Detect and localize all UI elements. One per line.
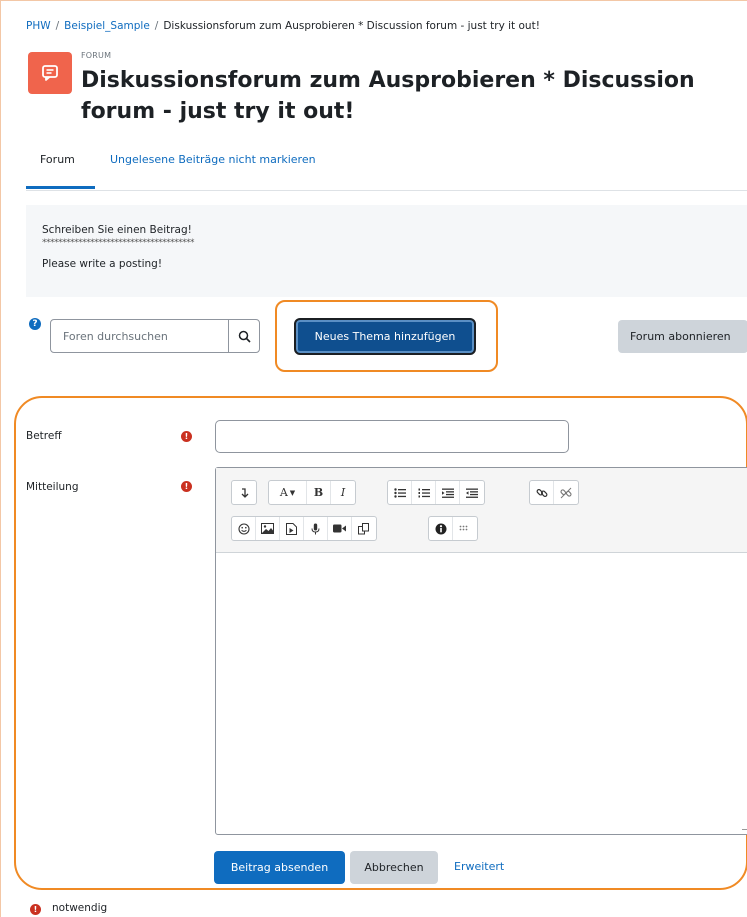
submit-post-button[interactable]: Beitrag absenden [214,851,345,884]
editor-resize-handle[interactable] [742,822,747,830]
subscribe-forum-button[interactable]: Forum abonnieren [618,320,747,353]
breadcrumb-item-current: Diskussionsforum zum Ausprobieren * Disc… [163,20,540,32]
forum-search [50,319,260,353]
search-input[interactable] [51,320,229,352]
screenreader-helper-icon[interactable] [453,517,477,540]
toolbar-group-collapse [231,480,257,505]
exclamation-circle-icon: ! [30,904,41,915]
intro-divider: ************************************** [42,238,195,248]
subject-field[interactable] [215,420,569,453]
tab-mark-unread-off[interactable]: Ungelesene Beiträge nicht markieren [110,153,316,166]
link-icon[interactable] [530,481,554,504]
toolbar-group-style: A ▼ B I [268,480,356,505]
add-discussion-button[interactable]: Neues Thema hinzufügen [294,318,476,355]
secondary-navigation: Forum Ungelesene Beiträge nicht markiere… [26,145,747,191]
subject-label: Betreff [26,430,62,442]
search-button[interactable] [228,320,259,352]
outdent-icon[interactable] [460,481,484,504]
active-tab-indicator [26,186,95,189]
accessibility-checker-icon[interactable] [429,517,453,540]
toolbar-group-accessibility [428,516,478,541]
editor-toolbar: A ▼ B I [216,468,747,553]
font-style-label: A [279,486,288,499]
indent-icon[interactable] [436,481,460,504]
toolbar-group-insert [231,516,377,541]
cancel-button[interactable]: Abbrechen [350,851,438,884]
breadcrumb-item-phw[interactable]: PHW [26,20,51,32]
font-style-icon[interactable]: A ▼ [269,481,307,504]
breadcrumb-separator: / [154,20,159,32]
forum-speech-bubble-icon [28,52,72,94]
message-label: Mitteilung [26,481,79,493]
ordered-list-icon[interactable] [412,481,436,504]
exclamation-circle-icon: ! [181,481,192,492]
breadcrumb-separator: / [55,20,60,32]
media-icon[interactable] [280,517,304,540]
breadcrumb-item-course[interactable]: Beispiel_Sample [64,20,150,32]
record-audio-icon[interactable] [304,517,328,540]
required-note: notwendig [52,902,108,914]
tab-forum[interactable]: Forum [40,153,75,166]
italic-icon[interactable]: I [331,481,355,504]
advanced-link[interactable]: Erweitert [454,860,504,873]
activity-type-label: FORUM [81,51,112,60]
search-icon [238,330,251,343]
intro-line-english: Please write a posting! [42,258,163,270]
exclamation-circle-icon: ! [181,431,192,442]
page-title: Diskussionsforum zum Ausprobieren * Disc… [81,68,695,124]
bold-icon[interactable]: B [307,481,331,504]
collapse-icon[interactable] [232,481,256,504]
toolbar-group-links [529,480,579,505]
breadcrumb: PHW / Beispiel_Sample / Diskussionsforum zum… [26,20,540,32]
question-circle-icon[interactable]: ? [29,318,41,330]
manage-files-icon[interactable] [352,517,376,540]
image-icon[interactable] [256,517,280,540]
forum-intro: Schreiben Sie einen Beitrag! ***********… [26,205,747,297]
emoji-icon[interactable] [232,517,256,540]
intro-line-german: Schreiben Sie einen Beitrag! [42,224,192,236]
record-video-icon[interactable] [328,517,352,540]
toolbar-group-lists [387,480,485,505]
unordered-list-icon[interactable] [388,481,412,504]
message-editor[interactable]: A ▼ B I [215,467,747,835]
unlink-icon[interactable] [554,481,578,504]
